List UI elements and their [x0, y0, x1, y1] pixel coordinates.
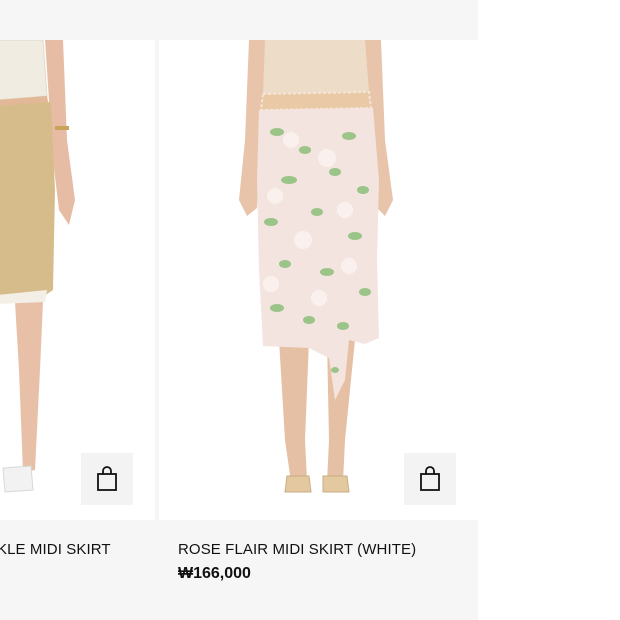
product-name[interactable]: KLE MIDI SKIRT	[0, 540, 111, 560]
add-to-bag-button[interactable]	[404, 453, 456, 505]
product-card[interactable]	[0, 40, 155, 520]
product-carousel-screen: KLE MIDI SKIRT ROSE FLAIR MIDI SKIRT (WH…	[0, 0, 620, 620]
shopping-bag-icon	[420, 466, 440, 491]
product-info: KLE MIDI SKIRT	[0, 540, 111, 560]
product-photo[interactable]	[0, 40, 155, 520]
product-photo[interactable]	[159, 40, 478, 520]
product-card[interactable]	[159, 40, 478, 520]
add-to-bag-button[interactable]	[81, 453, 133, 505]
product-info: ROSE FLAIR MIDI SKIRT (WHITE) ₩166,000	[178, 540, 416, 585]
product-price: ₩166,000	[178, 565, 251, 582]
product-carousel[interactable]: KLE MIDI SKIRT ROSE FLAIR MIDI SKIRT (WH…	[0, 0, 478, 620]
product-name[interactable]: ROSE FLAIR MIDI SKIRT (WHITE)	[178, 540, 416, 560]
shopping-bag-icon	[97, 466, 117, 491]
